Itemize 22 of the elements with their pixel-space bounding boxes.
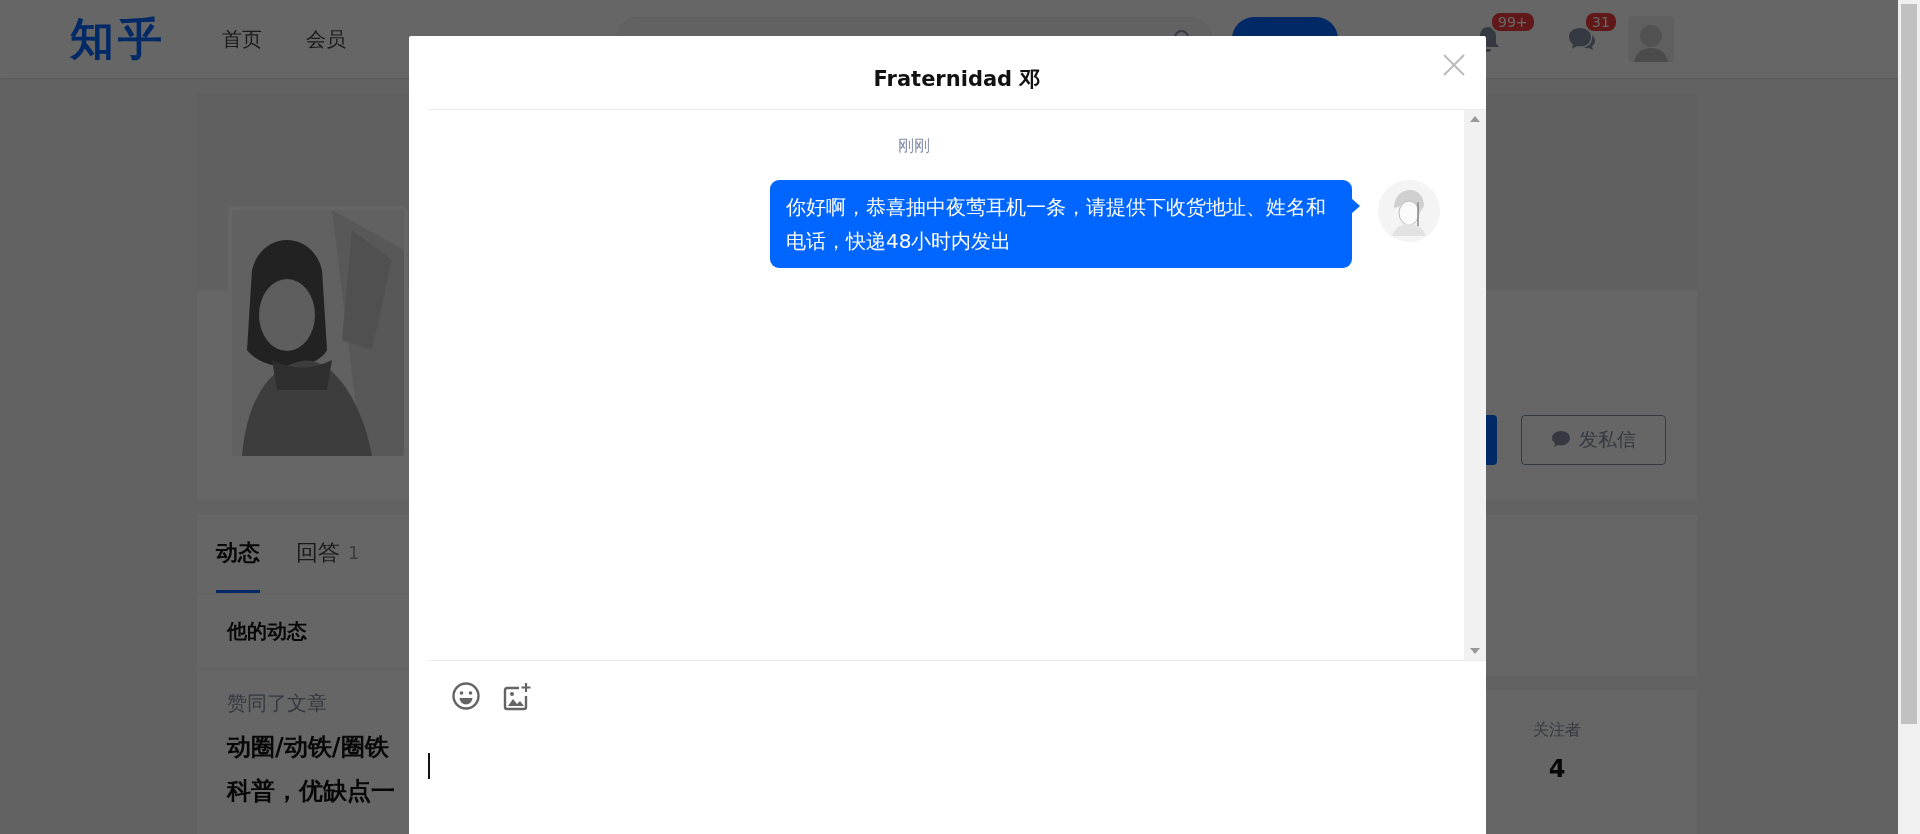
- nav-link[interactable]: 首页: [222, 25, 262, 53]
- scroll-down-icon[interactable]: [1470, 648, 1480, 654]
- emoji-icon[interactable]: [451, 681, 481, 711]
- message-badge: 31: [1584, 11, 1618, 33]
- followers-count[interactable]: 4: [1548, 755, 1566, 783]
- page-scrollbar[interactable]: [1898, 0, 1920, 834]
- bubble-tail: [1351, 198, 1360, 214]
- dialog-title: Fraternidad 邓: [873, 66, 1041, 93]
- notification-badge: 99+: [1490, 11, 1536, 33]
- nav-link[interactable]: 会员: [306, 25, 346, 53]
- image-upload-icon[interactable]: [501, 681, 533, 713]
- scrollbar[interactable]: [1464, 110, 1486, 660]
- close-icon[interactable]: [1442, 53, 1466, 77]
- article-title[interactable]: 科普，优缺点一: [227, 769, 395, 813]
- chat-icon: [1551, 430, 1573, 450]
- logo[interactable]: 知乎: [70, 9, 166, 69]
- timestamp: 刚刚: [898, 136, 930, 157]
- article-title[interactable]: 动圈/动铁/圈铁: [227, 725, 389, 769]
- avatar[interactable]: [1378, 180, 1440, 242]
- scroll-up-icon[interactable]: [1470, 116, 1480, 122]
- tab[interactable]: 动态: [216, 515, 260, 593]
- text-cursor: [428, 753, 430, 779]
